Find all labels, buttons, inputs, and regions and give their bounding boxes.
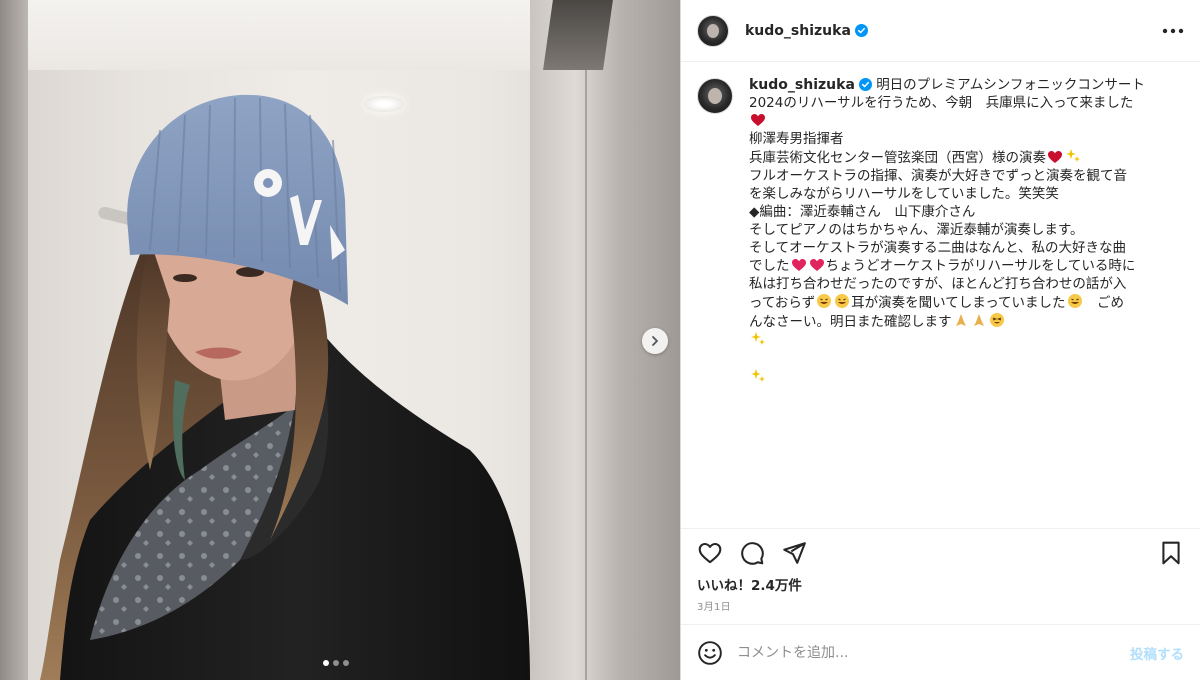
heart-emoji-icon <box>809 259 824 271</box>
caption-line: ◆編曲：澤近泰輔さん 山下康介さん <box>749 204 976 220</box>
caption-line: 私は打ち合わせだったのですが、ほとんど打ち合わせの話が入 <box>749 276 1127 292</box>
carousel-dot <box>333 660 339 666</box>
caption-line: 兵庫芸術文化センター管弦楽団（西宮）様の演奏 <box>749 148 1169 167</box>
caption-username[interactable]: kudo_shizuka <box>749 77 855 93</box>
heart-emoji-icon <box>1048 151 1062 163</box>
caption-line: を楽しみながらリハーサルをしていました。笑笑笑 <box>749 186 1059 202</box>
caption-text: んなさーい。明日また確認します <box>749 314 952 330</box>
carousel-dots <box>323 660 349 666</box>
more-options-icon[interactable] <box>1162 28 1184 34</box>
sparkles-emoji-icon <box>1066 149 1080 162</box>
caption-line <box>749 331 1169 350</box>
folded-hands-emoji-icon <box>955 314 966 326</box>
caption-text: 明日のプレミアムシンフォニックコンサート <box>876 77 1145 93</box>
person-illustration <box>40 94 530 680</box>
post-header: kudo_shizuka <box>681 0 1200 62</box>
caption-line: っておらず 耳が演奏を聞いてしまっていました ごめ <box>749 293 1169 312</box>
caption-line: kudo_shizuka 明日のプレミアムシンフォニックコンサート <box>749 76 1169 94</box>
caption-line <box>749 350 1169 368</box>
caption-line: そしてオーケストラが演奏する二曲はなんと、私の大好きな曲 <box>749 240 1127 256</box>
post-date[interactable]: 3月1日 <box>681 596 1200 618</box>
folded-hands-emoji-icon <box>973 314 984 326</box>
squinting-face-emoji-icon <box>989 313 1004 327</box>
share-icon[interactable] <box>781 540 807 566</box>
caption-text: っておらず <box>749 295 816 311</box>
caption-text: でした <box>749 258 790 274</box>
caption-line: フルオーケストラの指揮、演奏が大好きでずっと演奏を観て音 <box>749 168 1127 184</box>
caption-line: んなさーい。明日また確認します <box>749 312 1169 331</box>
avatar[interactable] <box>697 14 729 47</box>
caption-line <box>749 112 1169 130</box>
grin-sweat-emoji-icon <box>1067 294 1082 308</box>
heart-emoji-icon <box>751 114 765 126</box>
caption-text: 耳が演奏を聞いてしまっていました <box>851 295 1066 311</box>
comment-icon[interactable] <box>739 540 765 566</box>
verified-badge-icon <box>858 78 872 91</box>
carousel-dot <box>323 660 329 666</box>
likes-count[interactable]: いいね！2.4万件 <box>681 576 1200 596</box>
caption-line: そしてピアノのはちかちゃん、澤近泰輔が演奏します。 <box>749 222 1084 238</box>
carousel-next-button[interactable] <box>642 328 668 354</box>
comment-input[interactable] <box>737 644 1130 661</box>
caption-text: 兵庫芸術文化センター管弦楽団（西宮）様の演奏 <box>749 150 1046 166</box>
caption-text: ちょうどオーケストラがリハーサルをしている時に <box>825 258 1136 274</box>
verified-badge-icon <box>854 24 868 37</box>
caption-text: ごめ <box>1083 295 1125 311</box>
caption-line: でした ちょうどオーケストラがリハーサルをしている時に <box>749 257 1169 275</box>
instagram-post: kudo_shizuka kudo_shizuka 明日のプレミアムシンフォニッ… <box>0 0 1200 680</box>
comment-box: 投稿する <box>681 624 1200 680</box>
sparkles-emoji-icon <box>751 332 765 345</box>
grin-sweat-emoji-icon <box>817 294 832 308</box>
caption-line: 柳澤寿男指揮者 <box>749 131 844 147</box>
caption-line <box>749 368 1169 387</box>
post-comment-button[interactable]: 投稿する <box>1130 643 1184 663</box>
sparkles-emoji-icon <box>751 369 765 382</box>
action-bar <box>681 528 1200 576</box>
comments-area: kudo_shizuka 明日のプレミアムシンフォニックコンサート 2024のリ… <box>681 62 1200 528</box>
caption-row: kudo_shizuka 明日のプレミアムシンフォニックコンサート 2024のリ… <box>697 76 1184 387</box>
chevron-right-icon <box>652 336 658 346</box>
heart-emoji-icon <box>791 259 806 271</box>
emoji-smile-icon[interactable] <box>697 640 723 666</box>
caption-avatar[interactable] <box>697 78 733 114</box>
carousel-dot <box>343 660 349 666</box>
grin-sweat-emoji-icon <box>835 294 850 308</box>
bookmark-icon[interactable] <box>1158 540 1184 566</box>
caption: kudo_shizuka 明日のプレミアムシンフォニックコンサート 2024のリ… <box>749 76 1169 387</box>
header-username[interactable]: kudo_shizuka <box>745 23 851 39</box>
left-eye <box>173 274 197 282</box>
post-panel: kudo_shizuka kudo_shizuka 明日のプレミアムシンフォニッ… <box>680 0 1200 680</box>
post-photo[interactable] <box>0 0 680 680</box>
caption-line: 2024のリハーサルを行うため、今朝 兵庫県に入って来ました <box>749 95 1134 111</box>
heart-icon[interactable] <box>697 540 723 566</box>
